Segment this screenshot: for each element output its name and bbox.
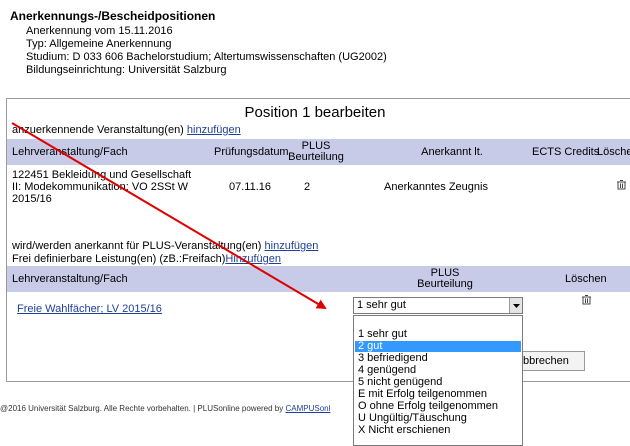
- annotation-arrow: [11, 122, 327, 310]
